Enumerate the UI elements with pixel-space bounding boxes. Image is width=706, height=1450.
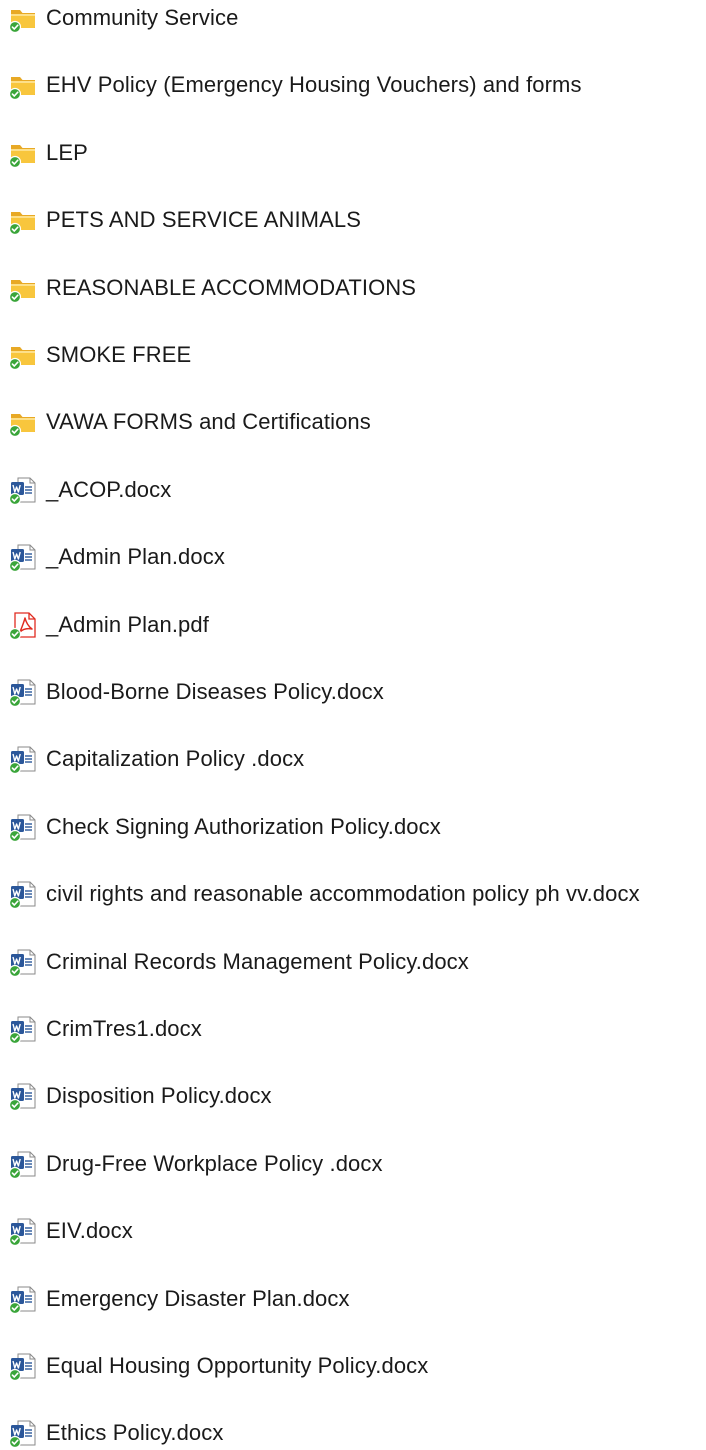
item-name: REASONABLE ACCOMMODATIONS [46,275,417,300]
file-item[interactable]: _Admin Plan.pdf [8,608,209,642]
item-name: _Admin Plan.pdf [46,612,209,637]
folder-icon [8,138,38,168]
word-document-icon [8,542,38,572]
word-document-icon [8,947,38,977]
word-document-icon [8,1149,38,1179]
item-name: _ACOP.docx [46,477,172,502]
file-item[interactable]: Equal Housing Opportunity Policy.docx [8,1349,428,1383]
file-item[interactable]: Blood-Borne Diseases Policy.docx [8,675,384,709]
folder-icon [8,273,38,303]
file-list: Community Service EHV Policy (Emergency H… [0,0,706,1448]
word-document-icon [8,812,38,842]
pdf-document-icon [8,610,38,640]
folder-item[interactable]: EHV Policy (Emergency Housing Vouchers) … [8,68,582,102]
folder-icon [8,407,38,437]
item-name: Capitalization Policy .docx [46,746,305,771]
folder-icon [8,3,38,33]
file-item[interactable]: Check Signing Authorization Policy.docx [8,810,441,844]
file-item[interactable]: Emergency Disaster Plan.docx [8,1282,350,1316]
file-item[interactable]: Disposition Policy.docx [8,1079,272,1113]
word-document-icon [8,744,38,774]
word-document-icon [8,1284,38,1314]
item-name: civil rights and reasonable accommodatio… [46,881,640,906]
folder-item[interactable]: REASONABLE ACCOMMODATIONS [8,271,416,305]
item-name: EHV Policy (Emergency Housing Vouchers) … [46,72,582,97]
item-name: CrimTres1.docx [46,1016,202,1041]
word-document-icon [8,1081,38,1111]
folder-icon [8,340,38,370]
item-name: SMOKE FREE [46,342,192,367]
file-item[interactable]: EIV.docx [8,1214,133,1248]
word-document-icon [8,1216,38,1246]
folder-item[interactable]: SMOKE FREE [8,338,191,372]
folder-item[interactable]: LEP [8,136,88,170]
item-name: Drug-Free Workplace Policy .docx [46,1151,383,1176]
item-name: Equal Housing Opportunity Policy.docx [46,1353,429,1378]
word-document-icon [8,677,38,707]
item-name: Community Service [46,5,239,30]
word-document-icon [8,475,38,505]
item-name: VAWA FORMS and Certifications [46,409,371,434]
file-item[interactable]: _ACOP.docx [8,473,171,507]
item-name: _Admin Plan.docx [46,544,225,569]
item-name: LEP [46,140,88,165]
word-document-icon [8,1014,38,1044]
folder-icon [8,70,38,100]
folder-icon [8,205,38,235]
word-document-icon [8,1418,38,1448]
item-name: Blood-Borne Diseases Policy.docx [46,679,384,704]
folder-item[interactable]: VAWA FORMS and Certifications [8,405,371,439]
word-document-icon [8,879,38,909]
file-item[interactable]: civil rights and reasonable accommodatio… [8,877,640,911]
item-name: Check Signing Authorization Policy.docx [46,814,441,839]
item-name: PETS AND SERVICE ANIMALS [46,207,361,232]
word-document-icon [8,1351,38,1381]
file-item[interactable]: Criminal Records Management Policy.docx [8,945,469,979]
folder-item[interactable]: Community Service [8,1,238,35]
folder-item[interactable]: PETS AND SERVICE ANIMALS [8,203,361,237]
item-name: Criminal Records Management Policy.docx [46,949,469,974]
item-name: EIV.docx [46,1218,133,1243]
file-item[interactable]: _Admin Plan.docx [8,540,225,574]
file-item[interactable]: Capitalization Policy .docx [8,742,304,776]
item-name: Disposition Policy.docx [46,1083,272,1108]
file-item[interactable]: Drug-Free Workplace Policy .docx [8,1147,383,1181]
file-item[interactable]: CrimTres1.docx [8,1012,202,1046]
item-name: Emergency Disaster Plan.docx [46,1286,350,1311]
